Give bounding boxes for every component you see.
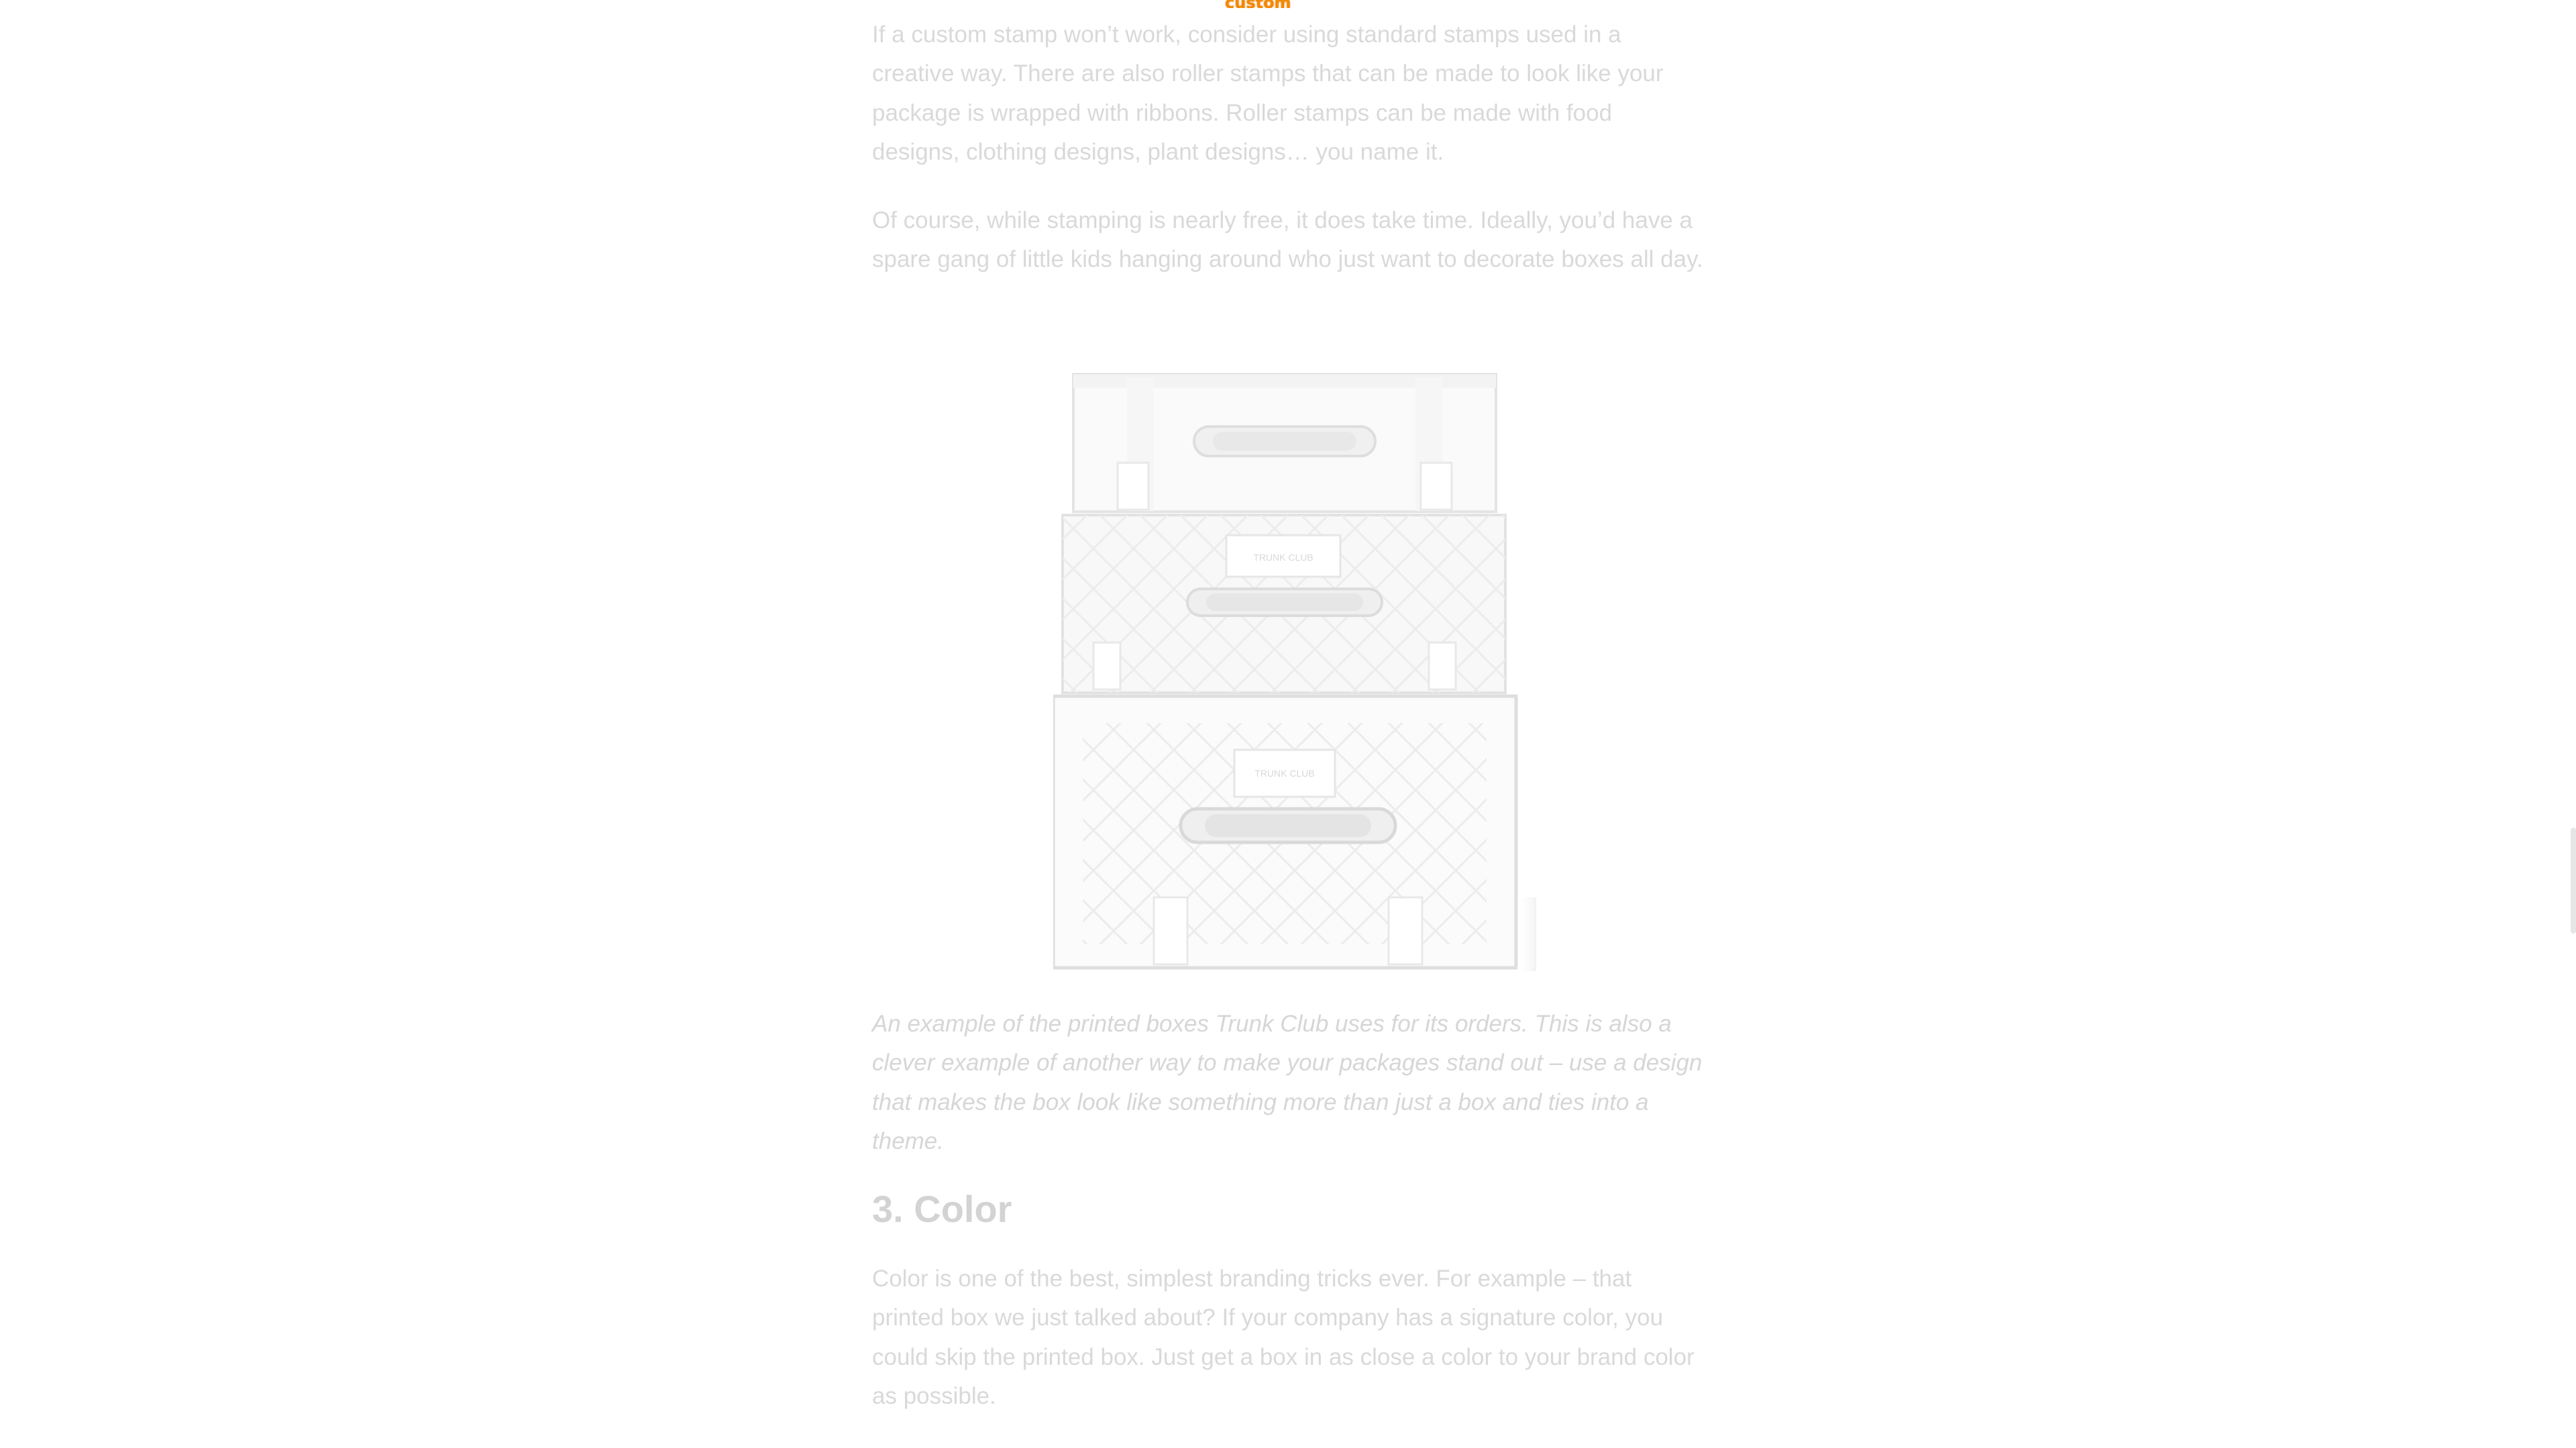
section-heading-color: 3. Color	[872, 1188, 1012, 1230]
bottom-box-label: TRUNK CLUB	[1254, 768, 1314, 779]
paragraph-color: Color is one of the best, simplest brand…	[872, 1266, 1695, 1410]
bottom-box: TRUNK CLUB	[1051, 694, 1536, 971]
paragraph-custom-stamp: If a custom stamp won’t work, consider u…	[872, 21, 1664, 166]
custom-stamp-label: custom stamp.	[1225, 0, 1352, 8]
trunk-club-boxes-image: TRUNK CLUB TRUNK CLUB	[1051, 368, 1536, 985]
scrollbar-thumb[interactable]	[2571, 828, 2576, 934]
middle-box-label: TRUNK CLUB	[1253, 552, 1313, 563]
image-caption: An example of the printed boxes Trunk Cl…	[872, 1011, 1703, 1155]
paragraph-stamping-time: Of course, while stamping is nearly free…	[872, 207, 1703, 273]
middle-box: TRUNK CLUB	[1061, 514, 1507, 694]
top-box	[1072, 373, 1497, 513]
